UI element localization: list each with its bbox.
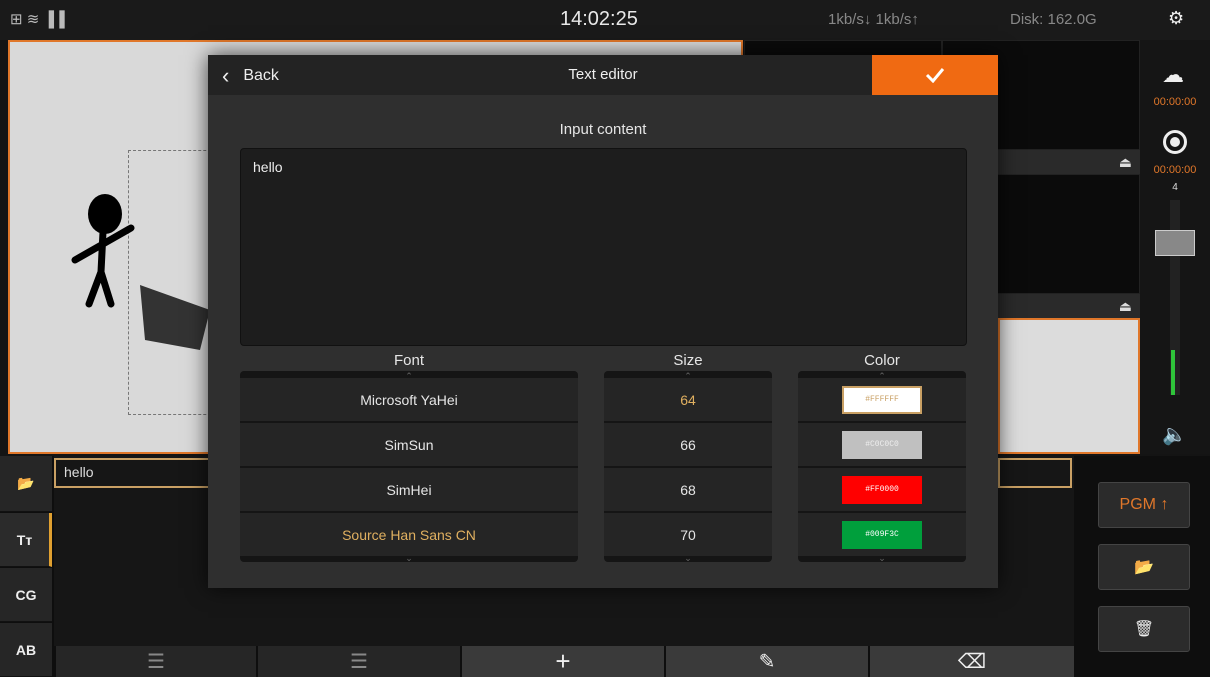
color-swatch: #FF0000 [842, 475, 922, 504]
color-option-selected[interactable]: #FFFFFF [798, 377, 966, 421]
color-swatch: #C0C0C0 [842, 430, 922, 459]
color-option[interactable]: #C0C0C0 [798, 422, 966, 466]
chevron-down-icon: ⌄ [878, 553, 886, 562]
dialog-header: ‹ Back Text editor [208, 55, 998, 95]
record-icon[interactable] [1163, 130, 1187, 154]
color-picker[interactable]: ⌃ #FFFFFF #C0C0C0 #FF0000 #009F3C ⌄ [798, 371, 966, 562]
text-item-hello[interactable]: hello [54, 458, 210, 488]
move-down-button[interactable]: ☰ [56, 646, 256, 677]
trash-button[interactable]: 🗑 [1098, 606, 1190, 652]
text-editor-dialog: ‹ Back Text editor Input content hello F… [208, 55, 998, 588]
settings-gear-icon[interactable]: ⚙ [1168, 8, 1184, 29]
font-option-selected[interactable]: Source Han Sans CN [240, 512, 578, 556]
tab-subtitle[interactable]: AB [0, 623, 52, 677]
color-swatch: #FFFFFF [842, 385, 922, 414]
backspace-icon: ⌫ [957, 651, 987, 673]
text-content-input[interactable]: hello [240, 148, 967, 346]
font-picker[interactable]: ⌃ Microsoft YaHei SimSun SimHei Source H… [240, 371, 578, 562]
size-option[interactable]: 70 [604, 512, 772, 556]
list-down-icon: ☰ [147, 651, 165, 673]
tab-cg[interactable]: CG [0, 568, 52, 622]
chevron-down-icon: ⌄ [684, 553, 692, 562]
plus-icon: + [555, 646, 571, 676]
audio-meter[interactable] [1150, 200, 1200, 400]
check-icon [925, 68, 945, 83]
edit-button[interactable]: ✎ [666, 646, 868, 677]
pgm-button[interactable]: PGM ↑ [1098, 482, 1190, 528]
import-icon[interactable]: ⏏ [1119, 154, 1132, 170]
right-control-column: ☁ 00:00:00 00:00:00 4 🔈 [1140, 40, 1210, 454]
speaker-icon[interactable]: 🔈 [1162, 422, 1187, 447]
open-folder-button[interactable]: 📂 [1098, 544, 1190, 590]
move-up-button[interactable]: ☰ [258, 646, 460, 677]
pencil-icon: ✎ [758, 651, 776, 673]
size-option[interactable]: 68 [604, 467, 772, 511]
font-option[interactable]: SimHei [240, 467, 578, 511]
add-button[interactable]: + [462, 646, 664, 677]
color-label: Color [864, 352, 900, 369]
color-option[interactable]: #FF0000 [798, 467, 966, 511]
stream-time: 00:00:00 [1153, 96, 1197, 108]
network-speed: 1kb/s↓ 1kb/s↑ [828, 11, 919, 28]
tab-text[interactable]: Tᴛ [0, 513, 52, 567]
color-option[interactable]: #009F3C [798, 512, 966, 556]
status-icons: ⊞ ≋ ▐▐ [10, 11, 65, 28]
folder-icon: 📂 [1134, 559, 1154, 576]
color-swatch: #009F3C [842, 520, 922, 549]
source-thumb-program[interactable] [998, 318, 1140, 454]
size-option-selected[interactable]: 64 [604, 377, 772, 421]
text-item-selected-frame[interactable] [998, 458, 1072, 488]
volume-fader-handle[interactable] [1155, 230, 1195, 256]
cloud-stream-icon[interactable]: ☁ [1162, 62, 1184, 88]
trash-icon: 🗑 [1133, 621, 1155, 638]
record-time: 00:00:00 [1153, 164, 1197, 176]
confirm-button[interactable] [872, 55, 998, 95]
disk-space: Disk: 162.0G [1010, 11, 1097, 28]
list-up-icon: ☰ [350, 651, 368, 673]
clock: 14:02:25 [560, 8, 638, 30]
status-bar: ⊞ ≋ ▐▐ 14:02:25 1kb/s↓ 1kb/s↑ Disk: 162.… [0, 0, 1210, 40]
meter-level [1171, 350, 1175, 395]
font-option[interactable]: Microsoft YaHei [240, 377, 578, 421]
chevron-down-icon: ⌄ [405, 553, 413, 562]
import-icon[interactable]: ⏏ [1119, 298, 1132, 314]
stick-figure-image [71, 194, 135, 308]
input-content-label: Input content [559, 121, 647, 138]
delete-text-button[interactable]: ⌫ [870, 646, 1074, 677]
channel-number: 4 [1172, 182, 1178, 193]
tab-media-folder[interactable]: 📂 [0, 456, 52, 512]
size-label: Size [673, 352, 703, 369]
size-option[interactable]: 66 [604, 422, 772, 466]
size-picker[interactable]: ⌃ 64 66 68 70 ⌄ [604, 371, 772, 562]
font-label: Font [393, 352, 424, 369]
font-option[interactable]: SimSun [240, 422, 578, 466]
